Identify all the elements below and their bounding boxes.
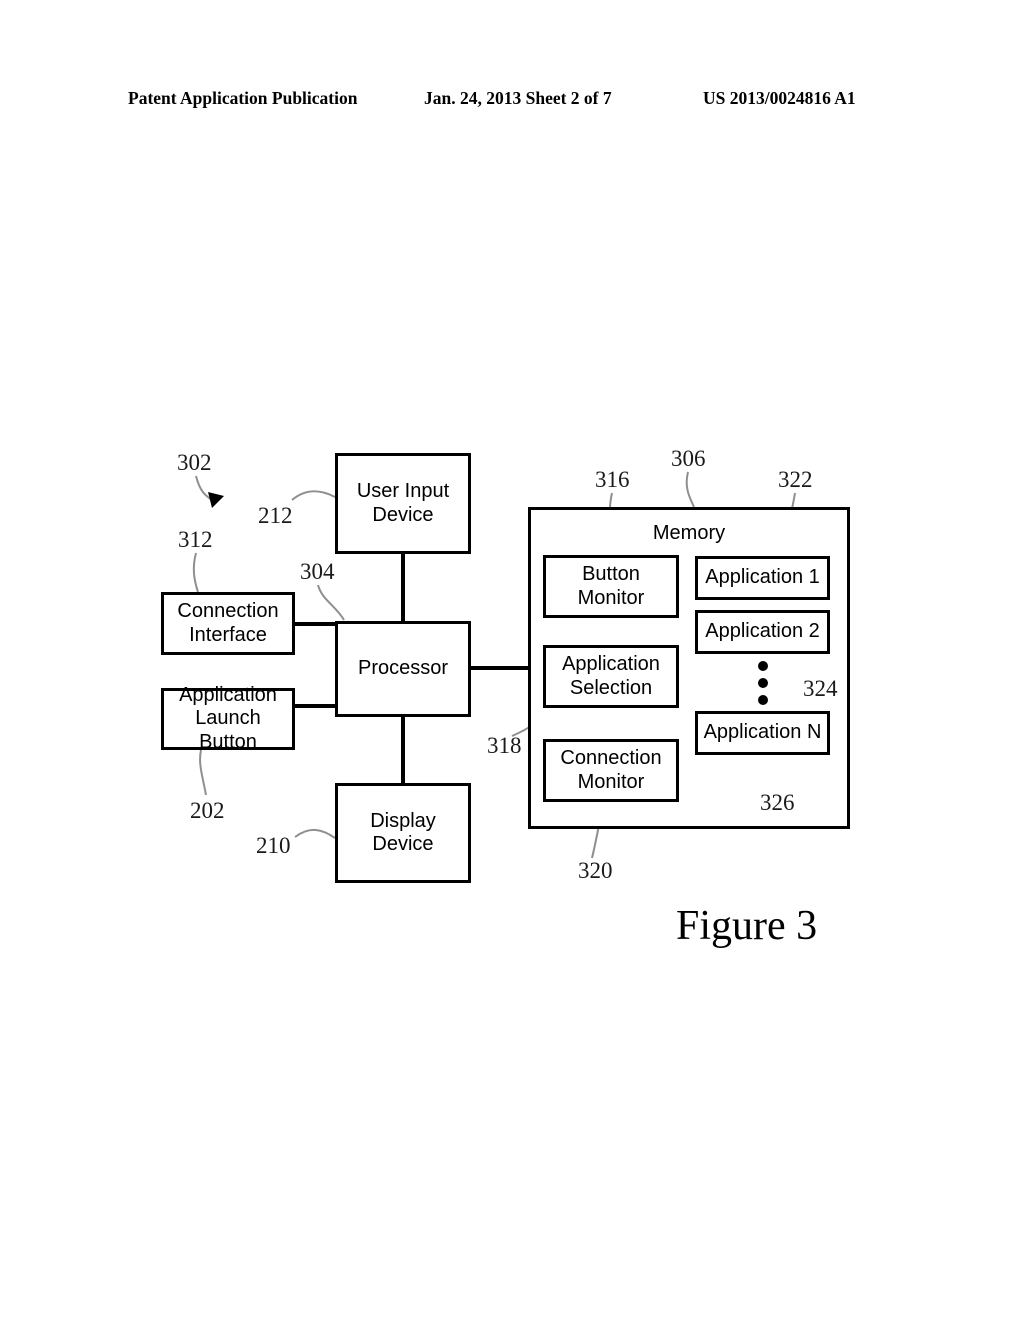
ref-numeral-316: 316: [595, 467, 630, 492]
figure-3-block-diagram: User Input Device Connection Interface A…: [0, 0, 1024, 1320]
block-application-2: Application 2: [695, 610, 830, 654]
ellipsis-dot-3: [758, 695, 768, 705]
ref-numeral-312: 312: [178, 527, 213, 552]
block-application-selection: Application Selection: [543, 645, 679, 708]
block-button-monitor: Button Monitor: [543, 555, 679, 618]
block-connection-interface: Connection Interface: [161, 592, 295, 655]
ref-numeral-212: 212: [258, 503, 293, 528]
block-connection-monitor: Connection Monitor: [543, 739, 679, 802]
ref-numeral-322: 322: [778, 467, 813, 492]
lead-line-302: [195, 475, 213, 501]
ref-numeral-320: 320: [578, 858, 613, 883]
lead-line-212: [291, 490, 336, 501]
block-application-1: Application 1: [695, 556, 830, 600]
ref-numeral-302: 302: [177, 450, 212, 475]
ref-numeral-306: 306: [671, 446, 706, 471]
lead-line-202: [199, 749, 207, 796]
block-memory-label: Memory: [652, 522, 726, 544]
block-connection-monitor-label: Connection Monitor: [560, 747, 662, 793]
figure-caption: Figure 3: [676, 903, 818, 949]
ellipsis-dot-1: [758, 661, 768, 671]
block-connection-interface-label: Connection Interface: [177, 600, 279, 646]
lead-line-210: [294, 829, 336, 839]
block-processor: Processor: [335, 621, 471, 717]
ref-numeral-304: 304: [300, 559, 335, 584]
ref-numeral-326: 326: [760, 790, 795, 815]
ellipsis-dot-2: [758, 678, 768, 688]
block-button-monitor-label: Button Monitor: [577, 563, 645, 609]
block-user-input-device-label: User Input Device: [356, 480, 450, 526]
block-application-1-label: Application 1: [705, 566, 820, 589]
block-user-input-device: User Input Device: [335, 453, 471, 554]
block-processor-label: Processor: [357, 657, 449, 680]
block-display-device: Display Device: [335, 783, 471, 883]
block-application-selection-label: Application Selection: [562, 653, 660, 699]
block-application-n: Application N: [695, 711, 830, 755]
lead-line-306: [685, 471, 695, 508]
lead-line-304: [317, 584, 345, 621]
ref-numeral-318: 318: [487, 733, 522, 758]
ref-numeral-202: 202: [190, 798, 225, 823]
diagram-wires: [192, 471, 807, 859]
ref-numeral-210: 210: [256, 833, 291, 858]
block-application-launch-button-label: Application Launch Button: [179, 684, 277, 753]
block-application-2-label: Application 2: [705, 620, 820, 643]
lead-line-312: [192, 552, 199, 593]
arrowhead-302: [208, 492, 224, 508]
application-list-ellipsis: [757, 661, 769, 705]
block-display-device-label: Display Device: [370, 809, 436, 855]
block-application-n-label: Application N: [703, 721, 822, 744]
ref-numeral-324: 324: [803, 676, 838, 701]
block-application-launch-button: Application Launch Button: [161, 684, 295, 753]
